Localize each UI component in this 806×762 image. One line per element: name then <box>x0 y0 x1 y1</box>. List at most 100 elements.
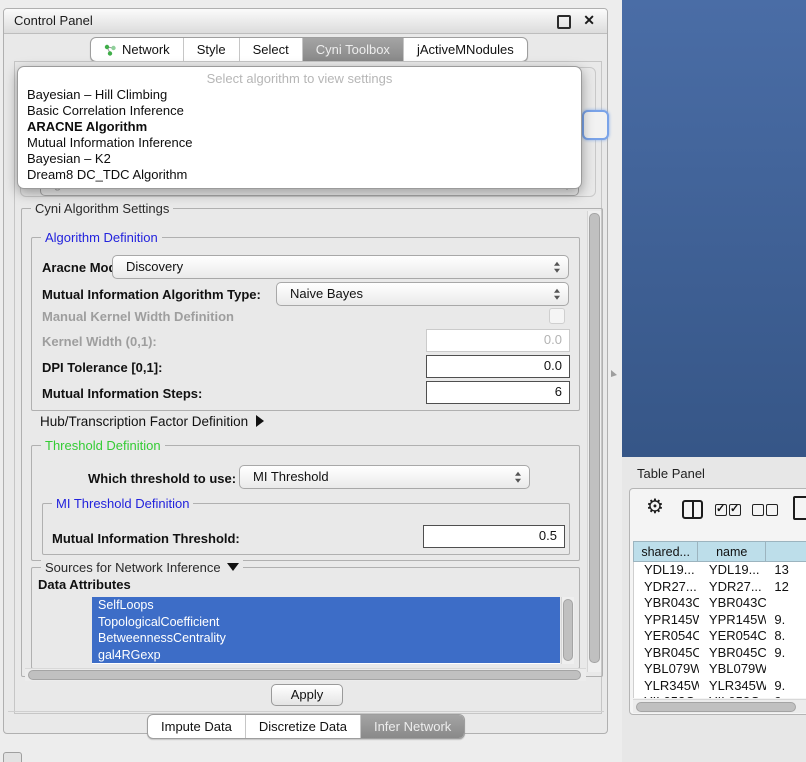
table-cell: 9. <box>766 612 806 629</box>
table-cell: YDR27... <box>634 579 699 596</box>
table-cell: 13 <box>766 562 806 579</box>
deselect-all-icon[interactable] <box>752 504 764 516</box>
attributes-scrollbar-thumb[interactable] <box>563 599 573 661</box>
tab-select[interactable]: Select <box>239 38 302 61</box>
tab-label: Select <box>253 38 289 61</box>
select-all-icon[interactable] <box>715 504 727 516</box>
table-cell: YBR043C <box>634 595 699 612</box>
table-cell <box>766 595 806 612</box>
table-cell <box>766 661 806 678</box>
table-row[interactable]: YBR045CYBR045C9. <box>634 645 806 662</box>
sources-group-title[interactable]: Sources for Network Inference <box>41 560 243 575</box>
manual-kernel-checkbox[interactable] <box>549 308 565 324</box>
control-panel-title: Control Panel <box>14 13 93 28</box>
which-threshold-label: Which threshold to use: <box>88 471 236 486</box>
algorithm-option[interactable]: Mutual Information Inference <box>18 135 581 151</box>
table-column-header[interactable]: shared... <box>633 541 698 562</box>
hub-definition-expander[interactable]: Hub/Transcription Factor Definition <box>40 414 264 429</box>
table-row[interactable]: YBL079WYBL079W <box>634 661 806 678</box>
table-cell: YER054C <box>699 628 766 645</box>
settings-horizontal-scrollbar[interactable] <box>25 668 586 681</box>
attribute-list-item[interactable]: TopologicalCoefficient <box>92 614 560 631</box>
data-attributes-label: Data Attributes <box>38 577 131 592</box>
tab-jactivemnodules[interactable]: jActiveMNodules <box>403 38 527 61</box>
data-attributes-list[interactable]: SelfLoopsTopologicalCoefficientBetweenne… <box>92 597 560 664</box>
table-row[interactable]: YDL19...YDL19...13 <box>634 562 806 579</box>
mi-type-value: Naive Bayes <box>290 283 363 305</box>
settings-vertical-scrollbar[interactable] <box>587 211 601 672</box>
control-panel-titlebar: Control Panel ✕ <box>4 9 607 34</box>
splitter-grip-icon[interactable] <box>611 370 617 377</box>
close-icon[interactable]: ✕ <box>583 12 595 29</box>
table-cell: 9. <box>766 645 806 662</box>
algorithm-option[interactable]: Bayesian – Hill Climbing <box>18 87 581 103</box>
minimized-panel-icon[interactable] <box>3 752 22 762</box>
algorithm-option[interactable]: Dream8 DC_TDC Algorithm <box>18 167 581 183</box>
which-threshold-value: MI Threshold <box>253 466 329 488</box>
table-rows: YDL19...YDL19...13YDR27...YDR27...12YBR0… <box>633 562 806 698</box>
table-cell: YIL052C <box>699 694 766 698</box>
mi-type-combobox[interactable]: Naive Bayes <box>276 282 569 306</box>
tab-discretize-data[interactable]: Discretize Data <box>245 715 360 738</box>
bottom-divider <box>8 711 604 712</box>
algorithm-option[interactable]: ARACNE Algorithm <box>18 119 581 135</box>
attributes-vertical-scrollbar[interactable] <box>561 597 574 664</box>
expand-arrow-icon <box>256 415 264 427</box>
settings-horizontal-scrollbar-thumb[interactable] <box>28 670 581 680</box>
table-row[interactable]: YER054CYER054C8. <box>634 628 806 645</box>
table-column-header[interactable]: name <box>698 541 766 562</box>
apply-button[interactable]: Apply <box>271 684 343 706</box>
mi-threshold-group-title: MI Threshold Definition <box>52 496 193 511</box>
mi-threshold-field[interactable]: 0.5 <box>423 525 565 548</box>
table-column-header[interactable] <box>766 541 806 562</box>
mi-steps-field[interactable]: 6 <box>426 381 570 404</box>
attribute-list-item[interactable]: gal4RGexp <box>92 647 560 664</box>
mi-threshold-label: Mutual Information Threshold: <box>52 531 240 546</box>
algorithm-selector-focus-ring[interactable] <box>582 110 609 140</box>
node-table: shared...name YDL19...YDL19...13YDR27...… <box>633 541 806 698</box>
attribute-list-item[interactable]: BetweennessCentrality <box>92 630 560 647</box>
tab-label: jActiveMNodules <box>417 38 514 61</box>
tab-cyni-toolbox[interactable]: Cyni Toolbox <box>302 38 403 61</box>
float-window-icon[interactable] <box>557 15 571 29</box>
new-column-document-icon[interactable] <box>793 496 806 520</box>
algorithm-option[interactable]: Basic Correlation Inference <box>18 103 581 119</box>
kernel-width-label: Kernel Width (0,1): <box>42 334 157 349</box>
settings-vertical-scrollbar-thumb[interactable] <box>589 213 600 663</box>
tab-impute-data[interactable]: Impute Data <box>148 715 245 738</box>
tab-label: Cyni Toolbox <box>316 38 390 61</box>
table-horizontal-scrollbar[interactable] <box>633 699 806 713</box>
dpi-tolerance-field[interactable]: 0.0 <box>426 355 570 378</box>
table-row[interactable]: YLR345WYLR345W9. <box>634 678 806 695</box>
table-row[interactable]: YPR145WYPR145W9. <box>634 612 806 629</box>
select-all-icon[interactable] <box>729 504 741 516</box>
split-columns-icon[interactable] <box>682 500 703 519</box>
table-horizontal-scrollbar-thumb[interactable] <box>636 702 796 712</box>
tab-label: Infer Network <box>374 715 451 738</box>
bottom-tab-bar: Impute Data Discretize Data Infer Network <box>147 714 465 739</box>
table-row[interactable]: YDR27...YDR27...12 <box>634 579 806 596</box>
deselect-all-icon[interactable] <box>766 504 778 516</box>
desktop-background: GALGAL80GAL10GAL1GAL11SWI4GAL4GCY1HAP4YH… <box>622 0 806 457</box>
screen: Control Panel ✕ NetworkStyle Select Cyni T… <box>0 0 806 762</box>
settings-gear-icon[interactable]: ⚙ <box>646 497 664 517</box>
algorithm-option[interactable]: Bayesian – K2 <box>18 151 581 167</box>
table-cell: YLR345W <box>699 678 766 695</box>
tab-network[interactable]: Network <box>91 38 183 61</box>
table-cell: YER054C <box>634 628 699 645</box>
table-row[interactable]: YBR043CYBR043C <box>634 595 806 612</box>
table-panel-region: Table Panel ⚙ shared...name YDL19...YDL1… <box>622 457 806 762</box>
tab-infer-network[interactable]: Infer Network <box>360 715 464 738</box>
kernel-width-field[interactable]: 0.0 <box>426 329 570 352</box>
tab-label: Discretize Data <box>259 715 347 738</box>
table-row[interactable]: YIL052CYIL052C9 <box>634 694 806 698</box>
tab-style[interactable]: Style <box>183 38 239 61</box>
aracne-mode-combobox[interactable]: Discovery <box>112 255 569 279</box>
collapse-arrow-icon <box>227 563 239 571</box>
attribute-list-item[interactable]: SelfLoops <box>92 597 560 614</box>
table-cell: YBR045C <box>634 645 699 662</box>
which-threshold-combobox[interactable]: MI Threshold <box>239 465 530 489</box>
table-cell: YIL052C <box>634 694 699 698</box>
table-cell: YPR145W <box>699 612 766 629</box>
combo-arrows-icon <box>554 262 560 273</box>
